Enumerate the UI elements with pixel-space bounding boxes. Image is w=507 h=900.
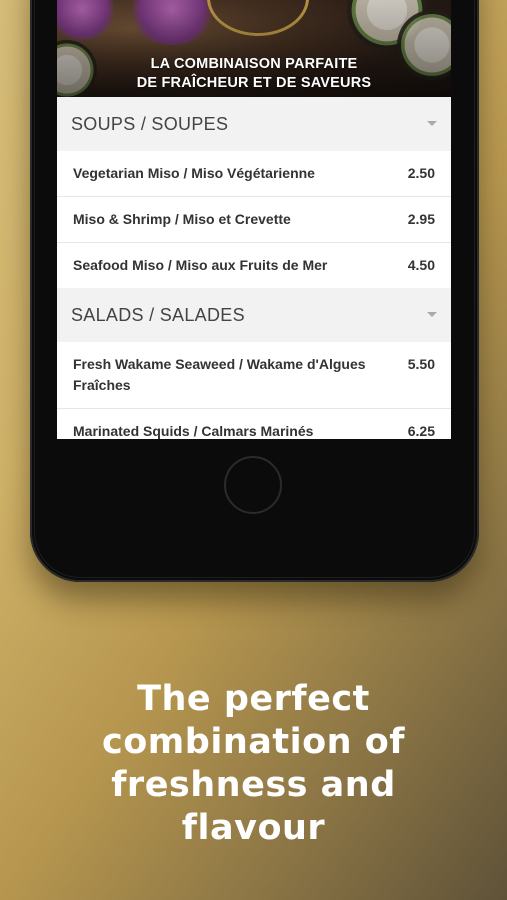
- hero-slogan-line: LA COMBINAISON PARFAITE: [150, 56, 358, 72]
- section-header-soups[interactable]: SOUPS / SOUPES: [57, 97, 451, 151]
- menu-list: SOUPS / SOUPES Vegetarian Miso / Miso Vé…: [57, 97, 451, 439]
- menu-item-name: Vegetarian Miso / Miso Végétarienne: [73, 165, 315, 181]
- section-header-salads[interactable]: SALADS / SALADES: [57, 288, 451, 342]
- menu-item-name: Marinated Squids / Calmars Marinés: [73, 423, 314, 439]
- tagline-line: flavour: [181, 808, 326, 848]
- phone-frame: LA COMBINAISON PARFAITE DE FRAÎCHEUR ET …: [30, 0, 479, 582]
- menu-item[interactable]: Seafood Miso / Miso aux Fruits de Mer 4.…: [57, 243, 451, 288]
- menu-item-name: Miso & Shrimp / Miso et Crevette: [73, 211, 291, 227]
- tagline-headline: The perfect combination of freshness and…: [0, 678, 507, 850]
- menu-item-price: 2.95: [407, 211, 435, 227]
- chevron-down-icon: [427, 312, 437, 317]
- menu-item[interactable]: Vegetarian Miso / Miso Végétarienne 2.50: [57, 151, 451, 197]
- hero-banner: LA COMBINAISON PARFAITE DE FRAÎCHEUR ET …: [57, 0, 451, 97]
- menu-item-name: Fresh Wakame Seaweed / Wakame d'Algues F…: [73, 356, 366, 393]
- menu-item-price: 2.50: [407, 165, 435, 181]
- section-title: SOUPS / SOUPES: [71, 113, 229, 134]
- menu-item-price: 4.50: [407, 257, 435, 273]
- menu-item-name: Seafood Miso / Miso aux Fruits de Mer: [73, 257, 328, 273]
- hero-slogan-line: DE FRAÎCHEUR ET DE SAVEURS: [136, 75, 372, 91]
- tagline-line: combination of: [102, 722, 405, 762]
- phone-screen: LA COMBINAISON PARFAITE DE FRAÎCHEUR ET …: [57, 0, 451, 439]
- menu-item-price: 6.25: [407, 423, 435, 439]
- menu-item[interactable]: Miso & Shrimp / Miso et Crevette 2.95: [57, 197, 451, 243]
- menu-item[interactable]: Marinated Squids / Calmars Marinés 6.25: [57, 409, 451, 439]
- tagline-line: The perfect: [137, 679, 370, 719]
- menu-item[interactable]: Fresh Wakame Seaweed / Wakame d'Algues F…: [57, 342, 451, 409]
- section-title: SALADS / SALADES: [71, 304, 245, 325]
- tagline-line: freshness and: [111, 765, 396, 805]
- chevron-down-icon: [427, 121, 437, 126]
- home-button[interactable]: [224, 456, 282, 514]
- hero-slogan: LA COMBINAISON PARFAITE DE FRAÎCHEUR ET …: [57, 55, 451, 93]
- menu-item-price: 5.50: [407, 356, 435, 372]
